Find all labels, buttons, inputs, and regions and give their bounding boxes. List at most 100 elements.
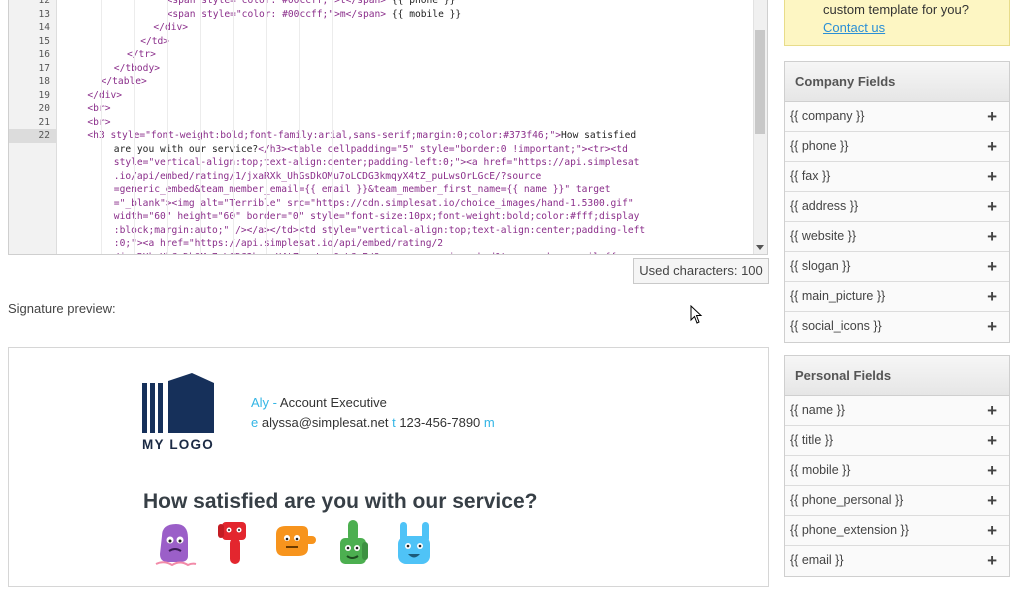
code-token: are you with our service? [113,143,259,155]
code-token: :block;margin:auto;" /></a></td><td styl… [113,224,646,236]
field-placeholder-label: {{ main_picture }} [790,289,886,303]
plus-icon[interactable]: + [987,486,997,515]
personal-field-item[interactable]: {{ phone_personal }} + [785,486,1009,516]
editor-scrollbar[interactable] [753,0,767,254]
plus-icon[interactable]: + [987,252,997,281]
plus-icon[interactable]: + [987,222,997,251]
personal-field-item[interactable]: {{ name }} + [785,396,1009,426]
rating-good-icon[interactable] [332,518,378,570]
personal-field-item[interactable]: {{ email }} + [785,546,1009,576]
plus-icon[interactable]: + [987,426,997,455]
phone-prefix: t [388,415,396,430]
code-token: </h3><table cellpadding="5" style="borde… [258,143,628,155]
line-number [9,143,56,157]
code-line[interactable]: </tbody> [61,62,751,76]
signature-email[interactable]: alyssa@simplesat.net [258,415,389,430]
company-field-item[interactable]: {{ main_picture }} + [785,282,1009,312]
plus-icon[interactable]: + [987,282,997,311]
personal-field-item[interactable]: {{ phone_extension }} + [785,516,1009,546]
code-line[interactable]: =generic_embed&team_member_email={{ emai… [61,183,751,197]
line-number: 18 [38,76,50,87]
indent-guide [232,0,234,254]
code-token: <br> [87,103,111,114]
plus-icon[interactable]: + [987,516,997,545]
plus-icon[interactable]: + [987,192,997,221]
contact-us-link[interactable]: Contact us [823,20,885,35]
used-characters-counter: Used characters: 100 [633,258,769,284]
code-token: </td> [140,35,170,47]
code-line[interactable]: width="60" height="60" border="0" style=… [61,210,751,224]
code-token: <h3 style="font-weight:bold;font-family:… [87,130,562,141]
code-token: :0;"><a href="https://api.simplesat.io/a… [113,238,444,249]
personal-fields-panel: Personal Fields {{ name }} +{{ title }} +{… [784,355,1010,577]
code-line[interactable]: <span style="color: #00ccff;">m</span> {… [61,8,751,22]
code-line[interactable]: <br> [61,116,751,130]
code-token: </tr> [127,49,156,60]
line-number [9,170,56,184]
plus-icon[interactable]: + [987,396,997,425]
company-field-item[interactable]: {{ phone }} + [785,132,1009,162]
company-field-item[interactable]: {{ website }} + [785,222,1009,252]
mouse-cursor-icon [690,305,703,324]
code-token: <br> [87,116,111,128]
field-placeholder-label: {{ company }} [790,109,865,123]
line-number [9,197,56,211]
line-number: 19 [38,89,50,101]
code-line[interactable]: :0;"><a href="https://api.simplesat.io/a… [61,237,751,251]
code-line[interactable]: style="vertical-align:top;text-align:cen… [61,156,751,170]
line-number-gutter: 12 13 14 15 16 17 18 19 20 21 22 [9,0,57,254]
code-line[interactable]: <h3 style="font-weight:bold;font-family:… [61,129,751,143]
code-line[interactable]: /jxaRXk_UhGsDkOMu7oLCDG3kmqyX4tZ_puLwsOr… [61,251,751,255]
company-field-item[interactable]: {{ social_icons }} + [785,312,1009,342]
rating-options [148,518,438,573]
signature-phone: 123-456-7890 [395,415,481,430]
line-number: 20 [38,103,50,114]
indent-guide [265,0,267,254]
company-field-item[interactable]: {{ slogan }} + [785,252,1009,282]
plus-icon[interactable]: + [987,102,997,131]
field-placeholder-label: {{ fax }} [790,169,831,183]
line-number: 21 [38,116,50,128]
code-line[interactable]: ="_blank"><img alt="Terrible" src="https… [61,197,751,211]
line-number [9,210,56,224]
code-line[interactable]: are you with our service?</h3><table cel… [61,143,751,157]
indent-guide [166,0,168,254]
company-field-item[interactable]: {{ address }} + [785,192,1009,222]
code-token: /jxaRXk_UhGsDkOMu7oLCDG3kmqyX4tZ_puLwsOr… [114,252,617,255]
field-placeholder-label: {{ mobile }} [790,463,851,477]
line-number [9,237,56,251]
code-line[interactable]: <br> [61,102,751,116]
code-line[interactable]: </div> [61,21,751,35]
code-line[interactable]: </div> [61,89,751,103]
code-token: </div> [153,22,189,33]
code-line[interactable]: </table> [61,75,751,89]
scroll-down-icon[interactable] [756,245,764,250]
plus-icon[interactable]: + [987,546,997,575]
code-line[interactable]: <span style="color: #00ccff;">t</span> {… [61,0,751,8]
field-placeholder-label: {{ name }} [790,403,845,417]
code-area[interactable]: <span style="color: #00ccff;">t</span> {… [61,0,751,254]
line-number: 22 [9,129,56,143]
code-line[interactable]: :block;margin:auto;" /></a></td><td styl… [61,224,751,238]
rating-bad-icon[interactable] [212,518,258,570]
code-line[interactable]: </tr> [61,48,751,62]
code-line[interactable]: </td> [61,35,751,49]
company-field-item[interactable]: {{ fax }} + [785,162,1009,192]
company-field-item[interactable]: {{ company }} + [785,102,1009,132]
code-line[interactable]: .io/api/embed/rating/1/jxaRXk_UhGsDkOMu7… [61,170,751,184]
rating-great-icon[interactable] [392,518,438,570]
html-code-editor[interactable]: 12 13 14 15 16 17 18 19 20 21 22 <span style="colo… [8,0,768,255]
line-number: 14 [38,22,50,33]
editor-scrollbar-thumb[interactable] [755,30,765,134]
line-number [9,183,56,197]
rating-okay-icon[interactable] [272,518,318,570]
line-number: 17 [38,62,50,74]
company-logo-icon [142,373,214,433]
personal-field-item[interactable]: {{ mobile }} + [785,456,1009,486]
plus-icon[interactable]: + [987,132,997,161]
plus-icon[interactable]: + [987,162,997,191]
rating-terrible-icon[interactable] [152,518,198,570]
plus-icon[interactable]: + [987,312,997,341]
plus-icon[interactable]: + [987,456,997,485]
personal-field-item[interactable]: {{ title }} + [785,426,1009,456]
